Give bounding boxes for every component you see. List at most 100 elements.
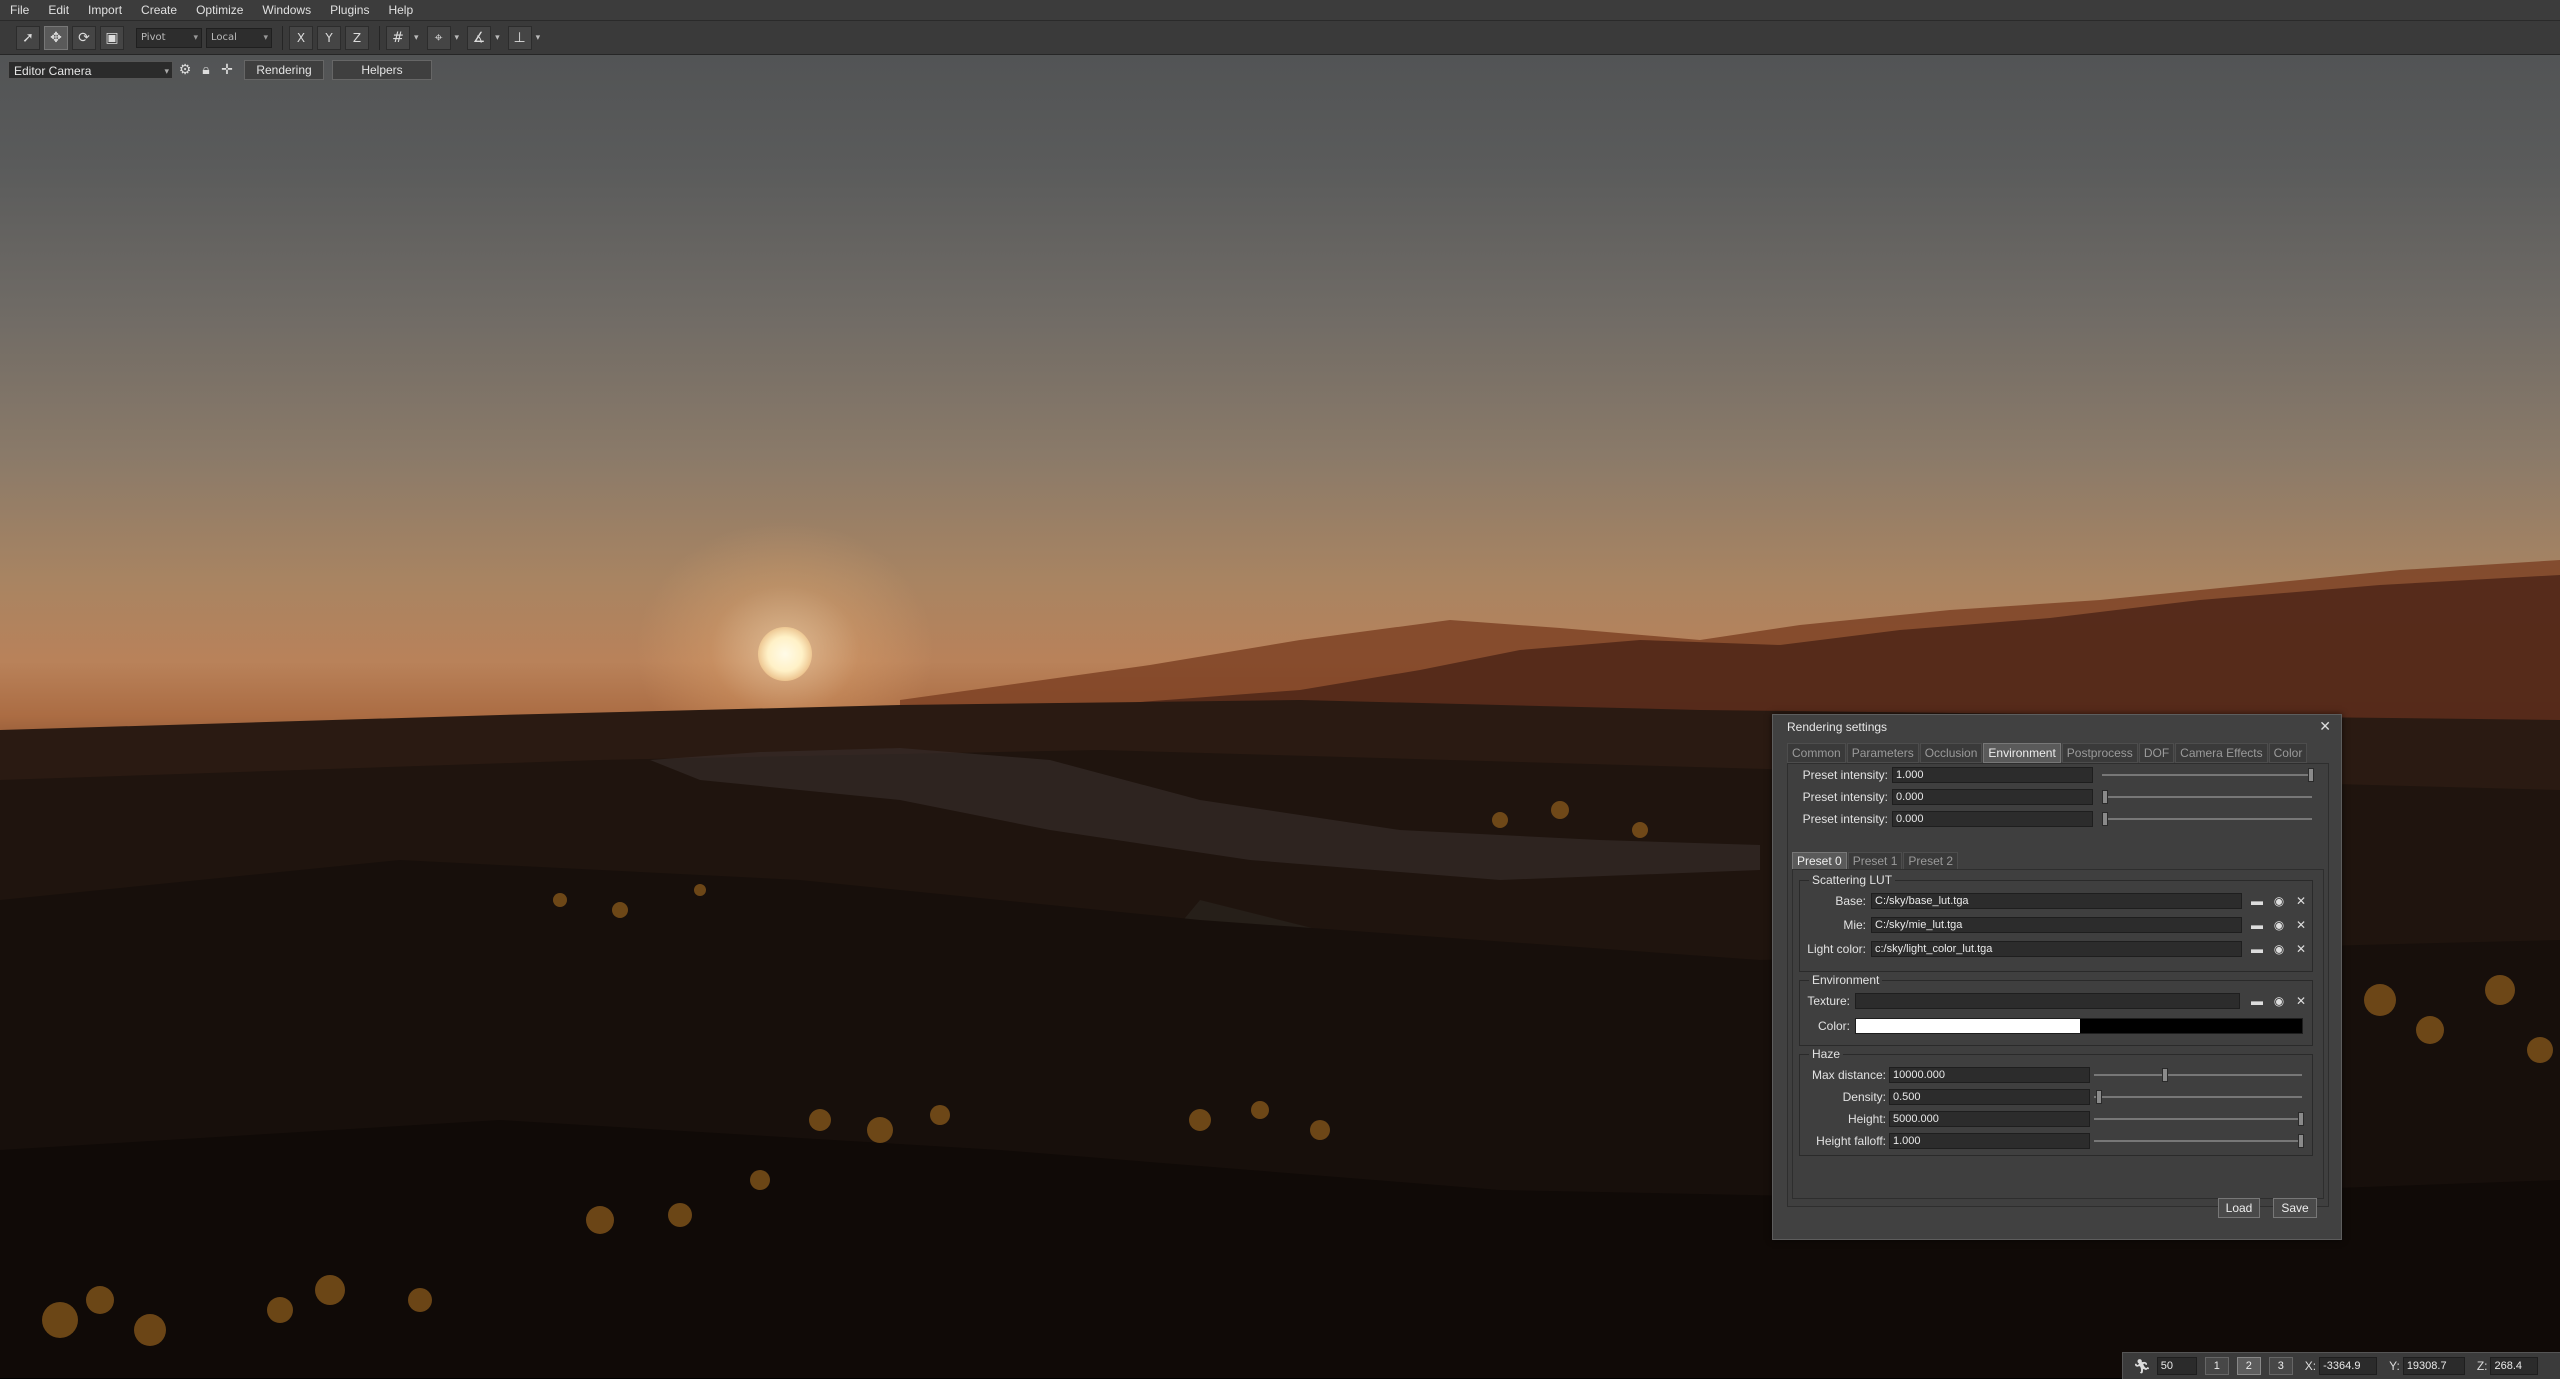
close-icon[interactable]: ✕ bbox=[2319, 718, 2331, 735]
clear-icon[interactable]: ✕ bbox=[2292, 993, 2310, 1009]
density-field[interactable]: 0.500 bbox=[1889, 1089, 2090, 1105]
lock-icon[interactable]: 🔒︎ bbox=[197, 61, 215, 79]
menu-import[interactable]: Import bbox=[78, 3, 131, 17]
preset-intensity-slider-2[interactable] bbox=[2102, 812, 2312, 826]
mie-lut-field[interactable]: C:/sky/mie_lut.tga bbox=[1871, 917, 2242, 933]
height-slider[interactable] bbox=[2094, 1112, 2304, 1126]
slider-thumb[interactable] bbox=[2298, 1134, 2304, 1148]
environment-panel: Preset intensity: 1.000 Preset intensity… bbox=[1787, 763, 2329, 1207]
max-distance-field[interactable]: 10000.000 bbox=[1889, 1067, 2090, 1083]
speed-field[interactable]: 50 bbox=[2156, 1357, 2197, 1375]
texture-label: Texture: bbox=[1807, 994, 1850, 1008]
slot-3-button[interactable]: 3 bbox=[2268, 1357, 2293, 1375]
camera-select[interactable]: Editor Camera bbox=[8, 61, 173, 80]
menu-optimize[interactable]: Optimize bbox=[186, 3, 252, 17]
surface-snap-icon[interactable]: ⌖ bbox=[426, 25, 451, 50]
space-select[interactable]: Local bbox=[206, 27, 272, 48]
load-button[interactable]: Load bbox=[2218, 1198, 2260, 1218]
slider-thumb[interactable] bbox=[2102, 812, 2108, 826]
crosshair-icon[interactable]: ✛ bbox=[218, 61, 236, 79]
eye-icon[interactable]: ◉ bbox=[2270, 917, 2288, 933]
gizmo-axes-icon[interactable]: ⊥ bbox=[507, 25, 532, 50]
folder-icon[interactable]: ▬ bbox=[2248, 893, 2266, 909]
save-button[interactable]: Save bbox=[2273, 1198, 2317, 1218]
clear-icon[interactable]: ✕ bbox=[2292, 893, 2310, 909]
menu-plugins[interactable]: Plugins bbox=[320, 3, 378, 17]
tab-parameters[interactable]: Parameters bbox=[1846, 743, 1919, 763]
tab-color[interactable]: Color bbox=[2268, 743, 2308, 763]
menu-edit[interactable]: Edit bbox=[38, 3, 78, 17]
gear-icon[interactable]: ⚙ bbox=[176, 61, 194, 79]
slot-2-button[interactable]: 2 bbox=[2236, 1357, 2261, 1375]
axis-y-button[interactable]: Y bbox=[317, 25, 341, 50]
menu-help[interactable]: Help bbox=[378, 3, 422, 17]
slider-thumb[interactable] bbox=[2096, 1090, 2102, 1104]
preset-intensity-field-1[interactable]: 0.000 bbox=[1892, 789, 2093, 805]
light-color-lut-field[interactable]: c:/sky/light_color_lut.tga bbox=[1871, 941, 2242, 957]
surface-snap-dropdown-icon[interactable]: ▾ bbox=[455, 33, 460, 43]
move-tool-icon[interactable]: ✥ bbox=[44, 25, 68, 50]
z-coordinate-label: Z: bbox=[2476, 1359, 2488, 1373]
texture-field[interactable] bbox=[1855, 993, 2240, 1009]
toolbar-separator bbox=[282, 25, 283, 50]
tab-common[interactable]: Common bbox=[1787, 743, 1846, 763]
axis-x-button[interactable]: X bbox=[289, 25, 313, 50]
max-distance-slider[interactable] bbox=[2094, 1068, 2302, 1082]
rotate-tool-icon[interactable]: ⟳ bbox=[72, 25, 96, 50]
color-swatch[interactable] bbox=[1855, 1018, 2303, 1034]
grid-snap-icon[interactable]: # bbox=[386, 25, 410, 50]
x-coordinate-label: X: bbox=[2304, 1359, 2317, 1373]
select-tool-icon[interactable]: ➚ bbox=[16, 25, 40, 50]
eye-icon[interactable]: ◉ bbox=[2270, 993, 2288, 1009]
rendering-settings-dialog: Rendering settings ✕ Common Parameters O… bbox=[1772, 714, 2342, 1240]
height-falloff-field[interactable]: 1.000 bbox=[1889, 1133, 2090, 1149]
tab-camera-effects[interactable]: Camera Effects bbox=[2175, 743, 2268, 763]
height-label: Height: bbox=[1847, 1112, 1886, 1126]
base-lut-field[interactable]: C:/sky/base_lut.tga bbox=[1871, 893, 2242, 909]
folder-icon[interactable]: ▬ bbox=[2248, 941, 2266, 957]
slider-thumb[interactable] bbox=[2298, 1112, 2304, 1126]
status-bar: 🏃︎ 50 1 2 3 X: -3364.9 Y: 19308.7 Z: 268… bbox=[2122, 1352, 2560, 1379]
preset-intensity-slider-0[interactable] bbox=[2102, 768, 2314, 782]
angle-snap-icon[interactable]: ∡ bbox=[467, 25, 492, 50]
slider-thumb[interactable] bbox=[2162, 1068, 2168, 1082]
grid-snap-dropdown-icon[interactable]: ▾ bbox=[414, 33, 419, 43]
helpers-button[interactable]: Helpers bbox=[332, 60, 432, 80]
tab-preset-0[interactable]: Preset 0 bbox=[1792, 852, 1847, 870]
rendering-button[interactable]: Rendering bbox=[244, 60, 324, 80]
slot-1-button[interactable]: 1 bbox=[2204, 1357, 2229, 1375]
scale-tool-icon[interactable]: ▣ bbox=[100, 25, 124, 50]
folder-icon[interactable]: ▬ bbox=[2248, 917, 2266, 933]
pivot-select[interactable]: Pivot bbox=[136, 27, 202, 48]
color-swatch-white bbox=[1856, 1019, 2080, 1033]
y-coordinate-field: 19308.7 bbox=[2402, 1357, 2465, 1375]
menu-windows[interactable]: Windows bbox=[252, 3, 320, 17]
preset-intensity-field-2[interactable]: 0.000 bbox=[1892, 811, 2093, 827]
preset-intensity-field-0[interactable]: 1.000 bbox=[1892, 767, 2093, 783]
eye-icon[interactable]: ◉ bbox=[2270, 941, 2288, 957]
slider-thumb[interactable] bbox=[2102, 790, 2108, 804]
tab-dof[interactable]: DOF bbox=[2138, 743, 2175, 763]
axis-z-button[interactable]: Z bbox=[345, 25, 369, 50]
tab-occlusion[interactable]: Occlusion bbox=[1919, 743, 1983, 763]
eye-icon[interactable]: ◉ bbox=[2270, 893, 2288, 909]
tab-environment[interactable]: Environment bbox=[1983, 743, 2061, 763]
tab-preset-2[interactable]: Preset 2 bbox=[1903, 852, 1959, 870]
tab-preset-1[interactable]: Preset 1 bbox=[1847, 852, 1903, 870]
folder-icon[interactable]: ▬ bbox=[2248, 993, 2266, 1009]
clear-icon[interactable]: ✕ bbox=[2292, 917, 2310, 933]
x-coordinate-field: -3364.9 bbox=[2319, 1357, 2378, 1375]
slider-thumb[interactable] bbox=[2308, 768, 2314, 782]
angle-snap-dropdown-icon[interactable]: ▾ bbox=[495, 33, 500, 43]
density-slider[interactable] bbox=[2094, 1090, 2302, 1104]
gizmo-axes-dropdown-icon[interactable]: ▾ bbox=[536, 33, 541, 43]
menu-file[interactable]: File bbox=[0, 3, 38, 17]
tab-postprocess[interactable]: Postprocess bbox=[2061, 743, 2138, 763]
height-field[interactable]: 5000.000 bbox=[1889, 1111, 2090, 1127]
scattering-lut-group: Scattering LUT Base: C:/sky/base_lut.tga… bbox=[1799, 873, 2313, 972]
preset-intensity-label: Preset intensity: bbox=[1802, 790, 1888, 804]
clear-icon[interactable]: ✕ bbox=[2292, 941, 2310, 957]
menu-create[interactable]: Create bbox=[131, 3, 186, 17]
height-falloff-slider[interactable] bbox=[2094, 1134, 2304, 1148]
preset-intensity-slider-1[interactable] bbox=[2102, 790, 2312, 804]
